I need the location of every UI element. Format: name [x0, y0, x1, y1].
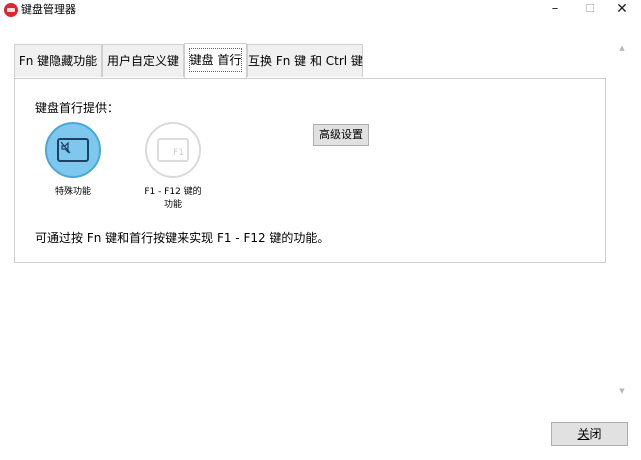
advanced-settings-button[interactable]: 高级设置 [313, 124, 369, 146]
app-icon [4, 3, 18, 17]
special-functions-label: 特殊功能 [54, 187, 91, 197]
tab-swap-fn-ctrl[interactable]: 互换 Fn 键 和 Ctrl 键 [247, 44, 363, 77]
f1-f12-option[interactable]: F1 [145, 122, 201, 178]
minimize-button[interactable]: – [540, 0, 570, 20]
tab-label: 互换 Fn 键 和 Ctrl 键 [248, 54, 363, 68]
vertical-scrollbar[interactable]: ▲ ▼ [616, 42, 628, 397]
tab-label: 用户自定义键 [106, 54, 179, 68]
tab-user-defined-keys[interactable]: 用户自定义键 [102, 44, 184, 77]
special-functions-option[interactable] [45, 122, 101, 178]
tab-fn-hidden-functions[interactable]: Fn 键隐藏功能 [14, 44, 102, 77]
panel-heading: 键盘首行提供： [35, 101, 120, 115]
window-title: 键盘管理器 [21, 3, 76, 16]
top-row-panel: 键盘首行提供： 特殊功能 F1 F1 - F12 键的 功能 高级设置 可通过按… [14, 78, 606, 263]
close-button-accelerator: 关 [577, 427, 590, 441]
keyboard-f1-icon: F1 [157, 138, 189, 162]
tab-label: Fn 键隐藏功能 [18, 54, 98, 68]
close-button-label: 闭 [589, 427, 602, 441]
keyboard-mute-icon [57, 138, 89, 162]
close-button[interactable]: 关闭 [551, 422, 628, 446]
close-window-button[interactable]: ✕ [607, 0, 637, 20]
scroll-down-arrow-icon[interactable]: ▼ [616, 385, 628, 397]
f1-f12-label: F1 - F12 键的 功能 [144, 187, 202, 210]
tab-keyboard-top-row[interactable]: 键盘 首行 [184, 43, 247, 78]
panel-description: 可通过按 Fn 键和首行按键来实现 F1 - F12 键的功能。 [35, 231, 330, 245]
title-bar: 键盘管理器 – ☐ ✕ [0, 0, 641, 20]
f1-key-label: F1 [173, 148, 184, 158]
focus-rectangle [189, 48, 242, 72]
scroll-up-arrow-icon[interactable]: ▲ [616, 42, 628, 54]
maximize-button[interactable]: ☐ [575, 0, 605, 20]
